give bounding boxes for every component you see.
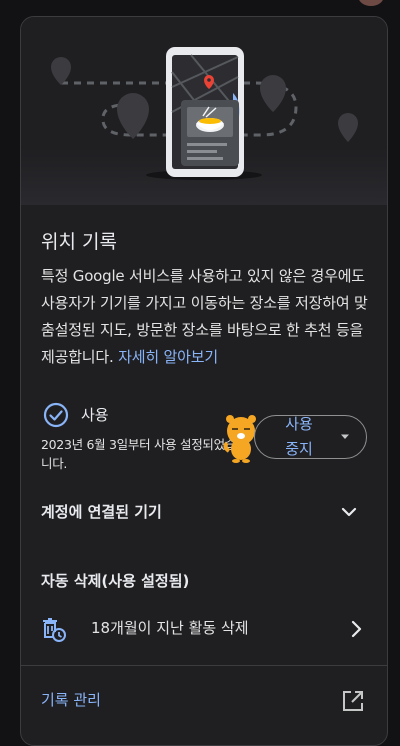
learn-more-link[interactable]: 자세히 알아보기	[118, 348, 218, 366]
divider	[21, 665, 387, 666]
pause-button-label: 사용 중지	[285, 415, 313, 458]
linked-devices-row[interactable]: 계정에 연결된 기기	[21, 487, 387, 537]
page-title: 위치 기록	[41, 231, 117, 253]
linked-devices-label: 계정에 연결된 기기	[41, 503, 162, 521]
pause-button[interactable]: 사용 중지	[254, 415, 367, 459]
delete-history-icon	[43, 618, 66, 642]
chevron-down-icon	[341, 507, 357, 517]
manage-history-link: 기록 관리	[41, 691, 101, 709]
status-date: 2023년 6월 3일부터 사용 설정되었습니다.	[41, 437, 237, 471]
description: 특정 Google 서비스를 사용하고 있지 않은 경우에도 사용자가 기기를 …	[41, 263, 371, 371]
status-label: 사용	[81, 406, 109, 424]
auto-delete-row[interactable]: 18개월이 지난 활동 삭제	[21, 607, 387, 651]
account-avatar[interactable]	[358, 0, 384, 6]
manage-history-row[interactable]: 기록 관리	[21, 677, 387, 727]
check-circle-icon	[43, 402, 69, 428]
auto-delete-title: 자동 삭제(사용 설정됨)	[41, 572, 190, 590]
hero-illustration	[21, 17, 387, 205]
location-history-card: 위치 기록 특정 Google 서비스를 사용하고 있지 않은 경우에도 사용자…	[20, 16, 388, 746]
chevron-right-icon	[351, 620, 362, 638]
caret-down-icon	[341, 434, 349, 439]
open-in-new-icon	[343, 691, 363, 711]
auto-delete-item-label: 18개월이 지난 활동 삭제	[91, 619, 249, 637]
